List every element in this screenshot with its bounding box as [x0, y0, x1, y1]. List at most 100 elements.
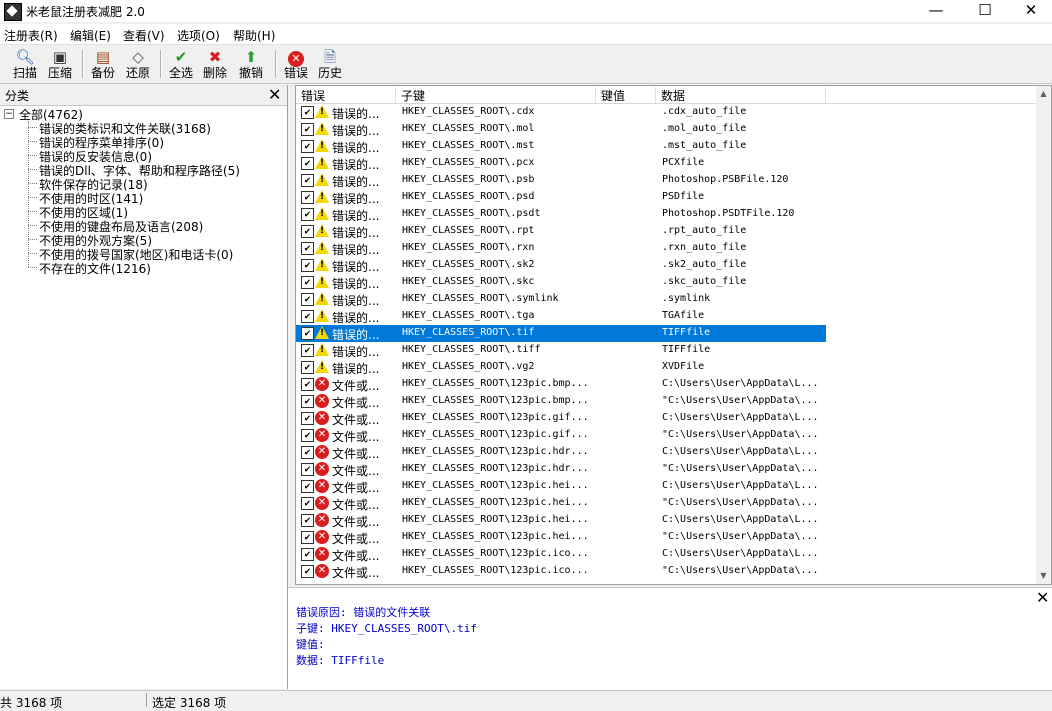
warning-icon: ! [315, 207, 329, 220]
row-checkbox[interactable]: ✔ [301, 514, 314, 527]
row-checkbox[interactable]: ✔ [301, 174, 314, 187]
category-panel-title: 分类 [5, 89, 30, 103]
row-checkbox[interactable]: ✔ [301, 327, 314, 340]
close-button[interactable]: ✕ [1008, 0, 1052, 22]
table-row[interactable]: ✔! 错误的... HKEY_CLASSES_ROOT\.mol .mol_auto_… [296, 121, 826, 138]
row-error-type: 错误的... [332, 277, 380, 291]
table-row[interactable]: ✔ ✕ 文件或... HKEY_CLASSES_ROOT\123pic.hdr... C… [296, 444, 826, 461]
row-error-type: 错误的... [332, 175, 380, 189]
row-subkey: HKEY_CLASSES_ROOT\123pic.gif... [402, 429, 589, 440]
table-row[interactable]: ✔! 错误的... HKEY_CLASSES_ROOT\.psd PSDfile [296, 189, 826, 206]
table-row[interactable]: ✔! 错误的... HKEY_CLASSES_ROOT\.tif TIFFfile [296, 325, 826, 342]
row-checkbox[interactable]: ✔ [301, 480, 314, 493]
row-checkbox[interactable]: ✔ [301, 242, 314, 255]
row-checkbox[interactable]: ✔ [301, 497, 314, 510]
tree-collapse-toggle[interactable]: − [4, 109, 14, 119]
menu-edit[interactable]: 编辑(E) [70, 27, 111, 44]
row-checkbox[interactable]: ✔ [301, 293, 314, 306]
table-row[interactable]: ✔ ✕ 文件或... HKEY_CLASSES_ROOT\123pic.ico... C… [296, 546, 826, 563]
menu-options[interactable]: 选项(O) [177, 27, 220, 44]
menu-help[interactable]: 帮助(H) [233, 27, 275, 44]
table-row[interactable]: ✔! 错误的... HKEY_CLASSES_ROOT\.cdx .cdx_auto_… [296, 104, 826, 121]
table-row[interactable]: ✔! 错误的... HKEY_CLASSES_ROOT\.rxn .rxn_auto_… [296, 240, 826, 257]
backup-icon: ▤ [95, 48, 111, 66]
row-checkbox[interactable]: ✔ [301, 225, 314, 238]
scroll-down-arrow-icon[interactable]: ▼ [1036, 568, 1051, 584]
table-row[interactable]: ✔! 错误的... HKEY_CLASSES_ROOT\.rpt .rpt_auto_… [296, 223, 826, 240]
row-checkbox[interactable]: ✔ [301, 565, 314, 578]
table-row[interactable]: ✔! 错误的... HKEY_CLASSES_ROOT\.tiff TIFFfile [296, 342, 826, 359]
row-error-type: 错误的... [332, 260, 380, 274]
row-checkbox[interactable]: ✔ [301, 191, 314, 204]
row-checkbox[interactable]: ✔ [301, 429, 314, 442]
row-checkbox[interactable]: ✔ [301, 259, 314, 272]
table-row[interactable]: ✔ ✕ 文件或... HKEY_CLASSES_ROOT\123pic.bmp... C… [296, 376, 826, 393]
table-row[interactable]: ✔! 错误的... HKEY_CLASSES_ROOT\.sk2 .sk2_auto_… [296, 257, 826, 274]
menu-view[interactable]: 查看(V) [123, 27, 165, 44]
restore-button[interactable]: ◇ 还原 [122, 48, 154, 82]
row-checkbox[interactable]: ✔ [301, 531, 314, 544]
scroll-up-arrow-icon[interactable]: ▲ [1036, 86, 1051, 102]
table-row[interactable]: ✔! 错误的... HKEY_CLASSES_ROOT\.pcx PCXfile [296, 155, 826, 172]
delete-button[interactable]: ✖ 删除 [199, 48, 231, 82]
row-data: C:\Users\User\AppData\L... [662, 446, 819, 457]
column-header-value[interactable]: 键值 [596, 87, 656, 103]
table-row[interactable]: ✔! 错误的... HKEY_CLASSES_ROOT\.symlink .symli… [296, 291, 826, 308]
table-row[interactable]: ✔ ✕ 文件或... HKEY_CLASSES_ROOT\123pic.hei... C… [296, 512, 826, 529]
table-row[interactable]: ✔ ✕ 文件或... HKEY_CLASSES_ROOT\123pic.hei... "… [296, 495, 826, 512]
table-row[interactable]: ✔! 错误的... HKEY_CLASSES_ROOT\.tga TGAfile [296, 308, 826, 325]
table-row[interactable]: ✔ ✕ 文件或... HKEY_CLASSES_ROOT\123pic.hdr... "… [296, 461, 826, 478]
table-row[interactable]: ✔! 错误的... HKEY_CLASSES_ROOT\.psb Photoshop.… [296, 172, 826, 189]
row-checkbox[interactable]: ✔ [301, 395, 314, 408]
history-button[interactable]: 🗎︎ 历史 [314, 48, 346, 82]
table-row[interactable]: ✔! 错误的... HKEY_CLASSES_ROOT\.skc .skc_auto_… [296, 274, 826, 291]
select-all-button[interactable]: ✔ 全选 [165, 48, 197, 82]
row-checkbox[interactable]: ✔ [301, 361, 314, 374]
table-row[interactable]: ✔ ✕ 文件或... HKEY_CLASSES_ROOT\123pic.bmp... "… [296, 393, 826, 410]
table-row[interactable]: ✔ ✕ 文件或... HKEY_CLASSES_ROOT\123pic.ico... "… [296, 563, 826, 580]
row-checkbox[interactable]: ✔ [301, 208, 314, 221]
undo-button[interactable]: ⬆ 撤销 [235, 48, 267, 82]
compress-button[interactable]: ▣ 压缩 [44, 48, 76, 82]
title-bar: 米老鼠注册表减肥 2.0 — ☐ ✕ [0, 0, 1052, 22]
row-checkbox[interactable]: ✔ [301, 140, 314, 153]
column-header-error[interactable]: 错误 [296, 87, 396, 103]
row-error-type: 错误的... [332, 141, 380, 155]
row-checkbox[interactable]: ✔ [301, 310, 314, 323]
table-row[interactable]: ✔! 错误的... HKEY_CLASSES_ROOT\.psdt Photoshop… [296, 206, 826, 223]
row-data: .symlink [662, 293, 711, 304]
tree-connector [28, 121, 29, 267]
table-row[interactable]: ✔! 错误的... HKEY_CLASSES_ROOT\.mst .mst_auto_… [296, 138, 826, 155]
row-checkbox[interactable]: ✔ [301, 446, 314, 459]
row-checkbox[interactable]: ✔ [301, 123, 314, 136]
table-row[interactable]: ✔! 错误的... HKEY_CLASSES_ROOT\.vg2 XVDFile [296, 359, 826, 376]
row-data: TIFFfile [662, 344, 711, 355]
backup-button[interactable]: ▤ 备份 [87, 48, 119, 82]
row-checkbox[interactable]: ✔ [301, 378, 314, 391]
row-checkbox[interactable]: ✔ [301, 548, 314, 561]
row-checkbox[interactable]: ✔ [301, 463, 314, 476]
table-row[interactable]: ✔ ✕ 文件或... HKEY_CLASSES_ROOT\123pic.hei... C… [296, 478, 826, 495]
row-checkbox[interactable]: ✔ [301, 106, 314, 119]
table-row[interactable]: ✔ ✕ 文件或... HKEY_CLASSES_ROOT\123pic.gif... "… [296, 427, 826, 444]
table-row[interactable]: ✔ ✕ 文件或... HKEY_CLASSES_ROOT\123pic.gif... C… [296, 410, 826, 427]
detail-panel: ✕ 错误原因: 错误的文件关联 子键: HKEY_CLASSES_ROOT\.t… [288, 587, 1052, 690]
row-checkbox[interactable]: ✔ [301, 412, 314, 425]
scan-button[interactable]: 🔍︎ 扫描 [9, 48, 41, 82]
minimize-button[interactable]: — [913, 0, 959, 22]
row-checkbox[interactable]: ✔ [301, 276, 314, 289]
close-icon[interactable]: ✕ [1036, 588, 1049, 607]
menu-registry[interactable]: 注册表(R) [4, 27, 58, 44]
close-icon[interactable]: ✕ [268, 85, 281, 104]
maximize-button[interactable]: ☐ [962, 0, 1008, 22]
column-header-data[interactable]: 数据 [656, 87, 826, 103]
table-row[interactable]: ✔ ✕ 文件或... HKEY_CLASSES_ROOT\123pic.hei... "… [296, 529, 826, 546]
row-checkbox[interactable]: ✔ [301, 157, 314, 170]
vertical-scrollbar[interactable]: ▲ ▼ [1036, 86, 1051, 584]
tree-item[interactable]: 不存在的文件(1216) [39, 260, 151, 277]
row-checkbox[interactable]: ✔ [301, 344, 314, 357]
results-list[interactable]: 错误 子键 键值 数据 ✔! 错误的... HKEY_CLASSES_ROOT\.c… [295, 85, 1052, 585]
menu-bar: 注册表(R) 编辑(E) 查看(V) 选项(O) 帮助(H) [0, 24, 1052, 45]
column-header-subkey[interactable]: 子键 [396, 87, 596, 103]
errors-button[interactable]: ✕ 错误 [280, 48, 312, 82]
